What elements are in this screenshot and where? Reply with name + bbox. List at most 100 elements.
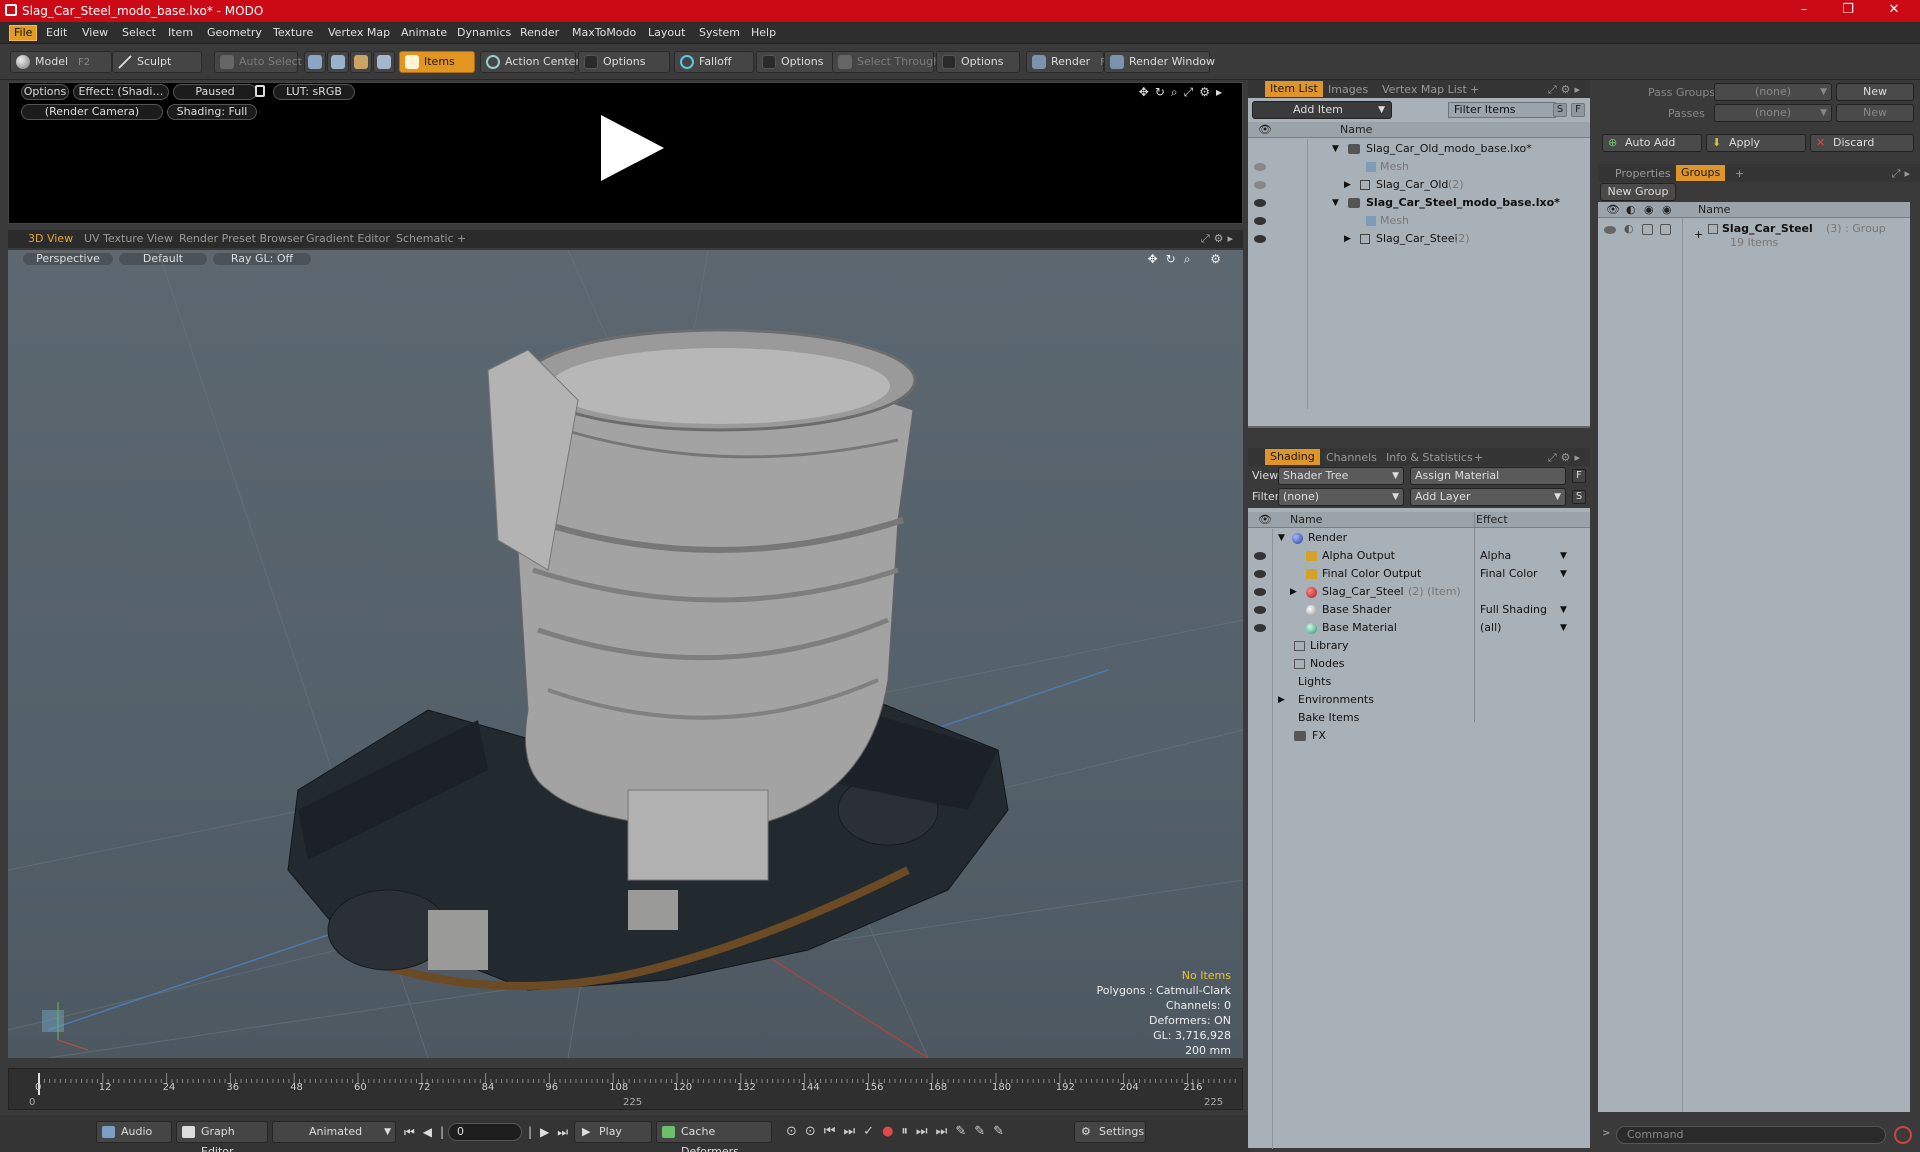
- command-expand-icon[interactable]: >: [1602, 1128, 1610, 1139]
- shader-row-effect[interactable]: Final Color: [1480, 565, 1538, 583]
- select-through-options-button[interactable]: Options: [936, 51, 1020, 73]
- item-list-f-button[interactable]: F: [1571, 103, 1585, 117]
- menu-view[interactable]: View: [82, 26, 108, 39]
- timeline[interactable]: 0 12 24 36 48 60 72 84 96 108 120 132 144 156 168 180 19…: [8, 1068, 1243, 1110]
- close-button[interactable]: ✕: [1874, 2, 1914, 20]
- expand-plus-icon[interactable]: +: [1694, 226, 1703, 244]
- tab-vertex-map-list[interactable]: Vertex Map List: [1382, 83, 1467, 96]
- frame-input[interactable]: 0: [448, 1123, 522, 1141]
- animated-dropdown[interactable]: Animated ▼: [272, 1121, 396, 1143]
- groups-panel-icons[interactable]: ⤢▸: [1892, 167, 1914, 181]
- list-item[interactable]: Mesh: [1248, 212, 1590, 230]
- new-pass-button[interactable]: New: [1836, 104, 1914, 122]
- menu-geometry[interactable]: Geometry: [207, 26, 262, 39]
- menu-item[interactable]: Item: [168, 26, 193, 39]
- key-tools-icons[interactable]: ⊙⊙⏮⏭✓●⏸⏭⏭✎✎✎: [786, 1124, 1012, 1139]
- tab-channels[interactable]: Channels: [1326, 451, 1377, 464]
- menu-animate[interactable]: Animate: [401, 26, 447, 39]
- add-layer-dropdown[interactable]: Add Layer ▼: [1410, 488, 1566, 506]
- auto-select-button[interactable]: Auto Select: [214, 51, 302, 73]
- shader-row[interactable]: ▶ Slag_Car_Steel (2) (Item): [1248, 583, 1590, 601]
- tab-schematic[interactable]: Schematic: [396, 232, 454, 245]
- tab-add-groups[interactable]: +: [1735, 167, 1744, 180]
- list-item[interactable]: ▶ Slag_Car_Old (2): [1248, 176, 1590, 194]
- frame-step-back-icons[interactable]: ⏮◀|: [404, 1125, 452, 1140]
- maximize-button[interactable]: ❐: [1828, 2, 1868, 20]
- command-history-icon[interactable]: [1894, 1126, 1912, 1144]
- tab-render-preset-browser[interactable]: Render Preset Browser: [179, 232, 304, 245]
- add-item-dropdown[interactable]: Add Item ▼: [1252, 101, 1392, 119]
- shader-row-effect[interactable]: (all): [1480, 619, 1501, 637]
- eye-icon[interactable]: [1254, 624, 1266, 632]
- passes-dropdown[interactable]: (none) ▼: [1714, 104, 1832, 122]
- list-item[interactable]: ▶ Slag_Car_Steel (2): [1248, 230, 1590, 248]
- eye-icon[interactable]: [1254, 552, 1266, 560]
- menu-layout[interactable]: Layout: [648, 26, 685, 39]
- menu-help[interactable]: Help: [751, 26, 776, 39]
- tab-shading[interactable]: Shading: [1265, 449, 1320, 465]
- eye-icon[interactable]: [1254, 570, 1266, 578]
- shader-row[interactable]: Alpha Output Alpha ▼: [1248, 547, 1590, 565]
- tab-add-item-list[interactable]: +: [1470, 83, 1479, 96]
- shader-row[interactable]: Lights: [1248, 673, 1590, 691]
- new-pass-group-button[interactable]: New: [1836, 83, 1914, 101]
- shader-tree-dropdown[interactable]: Shader Tree ▼: [1278, 467, 1404, 485]
- tab-images[interactable]: Images: [1328, 83, 1368, 96]
- assign-material-button[interactable]: Assign Material: [1410, 467, 1566, 485]
- item-list-scrollbar[interactable]: [1248, 426, 1590, 428]
- shading-s-button[interactable]: S: [1572, 490, 1586, 504]
- tab-uv-texture-view[interactable]: UV Texture View: [84, 232, 173, 245]
- list-item[interactable]: ▼ Slag_Car_Steel_modo_base.lxo*: [1248, 194, 1590, 212]
- audio-button[interactable]: Audio: [96, 1121, 172, 1143]
- shader-row[interactable]: Base Shader Full Shading ▼: [1248, 601, 1590, 619]
- action-center-button[interactable]: Action Center: [480, 51, 580, 73]
- menu-edit[interactable]: Edit: [46, 26, 67, 39]
- falloff-options-button[interactable]: Options: [756, 51, 834, 73]
- eye-icon[interactable]: [1254, 163, 1266, 171]
- play-icon[interactable]: [601, 115, 664, 181]
- eye-icon[interactable]: [1254, 235, 1266, 243]
- menu-maxtomodo[interactable]: MaxToModo: [572, 26, 636, 39]
- lock-icon[interactable]: [255, 85, 265, 97]
- sculpt-mode-button[interactable]: Sculpt: [112, 51, 202, 73]
- eye-icon[interactable]: [1604, 226, 1616, 234]
- preview-tools-icons[interactable]: ✥↻⌕⤢⚙▸: [1139, 85, 1228, 100]
- effect-dropdown[interactable]: Effect: (Shadi…: [73, 84, 169, 100]
- settings-button[interactable]: ⚙ Settings: [1074, 1121, 1146, 1143]
- edges-mode-button[interactable]: [327, 51, 349, 73]
- tab-item-list[interactable]: Item List: [1265, 81, 1323, 97]
- falloff-button[interactable]: Falloff: [674, 51, 754, 73]
- menu-render[interactable]: Render: [520, 26, 559, 39]
- shader-row-effect[interactable]: Full Shading: [1480, 601, 1547, 619]
- shader-row[interactable]: Library: [1248, 637, 1590, 655]
- play-button[interactable]: ▶ Play: [574, 1121, 652, 1143]
- action-center-options-button[interactable]: Options: [578, 51, 670, 73]
- menu-system[interactable]: System: [699, 26, 740, 39]
- item-list-panel-icons[interactable]: ⤢⚙▸: [1548, 83, 1584, 97]
- tab-add[interactable]: +: [457, 232, 466, 245]
- chevron-down-icon[interactable]: ▼: [1560, 547, 1567, 565]
- shader-row[interactable]: Bake Items: [1248, 709, 1590, 727]
- graph-editor-button[interactable]: Graph Editor: [176, 1121, 268, 1152]
- eye-icon[interactable]: [1254, 588, 1266, 596]
- tab-properties[interactable]: Properties: [1615, 167, 1671, 180]
- menu-texture[interactable]: Texture: [273, 26, 313, 39]
- polygons-mode-button[interactable]: [350, 51, 372, 73]
- filter-items-input[interactable]: Filter Items: [1448, 102, 1556, 118]
- chevron-down-icon[interactable]: ▼: [1560, 619, 1567, 637]
- apply-button[interactable]: ⬇ Apply: [1706, 134, 1806, 152]
- shader-row-effect[interactable]: Alpha: [1480, 547, 1511, 565]
- model-mode-button[interactable]: Model F2: [10, 51, 112, 73]
- lock-checkbox[interactable]: [1642, 224, 1653, 235]
- materials-mode-button[interactable]: [373, 51, 395, 73]
- menu-vertex-map[interactable]: Vertex Map: [328, 26, 390, 39]
- menu-select[interactable]: Select: [122, 26, 156, 39]
- cache-deformers-button[interactable]: Cache Deformers: [656, 1121, 772, 1152]
- command-input[interactable]: Command: [1616, 1126, 1886, 1144]
- select-through-button[interactable]: Select Through: [832, 51, 940, 73]
- auto-add-button[interactable]: ⊕ Auto Add: [1602, 134, 1702, 152]
- list-item[interactable]: Mesh: [1248, 158, 1590, 176]
- item-list-s-button[interactable]: S: [1553, 103, 1567, 117]
- shader-row[interactable]: Base Material (all) ▼: [1248, 619, 1590, 637]
- view-tab-tools-icons[interactable]: ⤢⚙▸: [1201, 232, 1237, 246]
